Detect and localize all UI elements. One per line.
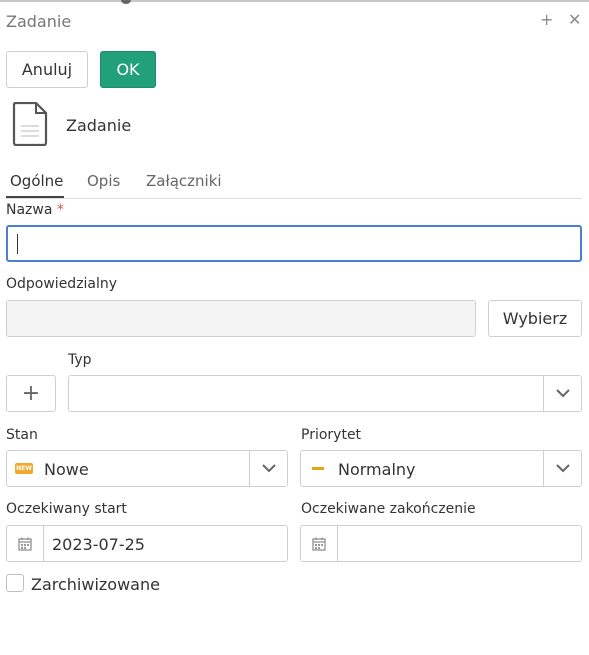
name-label: Nazwa *: [6, 202, 64, 218]
responsible-field[interactable]: [6, 300, 476, 337]
priority-label: Priorytet: [301, 427, 362, 443]
expected-end-input[interactable]: [300, 525, 582, 562]
expected-start-label: Oczekiwany start: [6, 501, 127, 517]
responsible-label: Odpowiedzialny: [6, 276, 118, 292]
active-tab-indicator: [6, 196, 64, 198]
status-label: Stan: [6, 427, 38, 443]
expected-start-input[interactable]: 2023-07-25: [6, 525, 288, 562]
tab-attachments[interactable]: Załączniki: [146, 172, 222, 190]
expected-start-value: 2023-07-25: [52, 535, 145, 554]
new-badge-icon: NEW: [15, 463, 33, 474]
chevron-down-icon[interactable]: [543, 451, 581, 486]
required-mark: *: [56, 202, 64, 218]
choose-button[interactable]: Wybierz: [488, 300, 582, 337]
calendar-icon[interactable]: [7, 526, 44, 561]
ok-button[interactable]: OK: [100, 51, 156, 88]
expected-end-label: Oczekiwane zakończenie: [301, 501, 476, 517]
record-type-label: Zadanie: [66, 116, 132, 135]
name-label-text: Nazwa: [6, 202, 53, 218]
status-value: Nowe: [44, 460, 89, 479]
add-type-button[interactable]: +: [6, 375, 56, 412]
type-select[interactable]: [68, 375, 582, 412]
chevron-down-icon[interactable]: [249, 451, 287, 486]
calendar-icon[interactable]: [301, 526, 338, 561]
dash-icon: [312, 467, 324, 470]
document-icon: [12, 102, 48, 146]
status-select[interactable]: NEW Nowe: [6, 450, 288, 487]
window-top-handle: [121, 0, 131, 4]
plus-icon: +: [21, 381, 41, 406]
priority-value: Normalny: [338, 460, 416, 479]
close-icon[interactable]: ✕: [568, 10, 581, 29]
tab-general[interactable]: Ogólne: [10, 172, 63, 190]
archived-checkbox[interactable]: [6, 574, 24, 592]
window-top-border: [0, 0, 589, 2]
name-input[interactable]: [6, 225, 582, 262]
window-title: Zadanie: [6, 12, 72, 31]
type-label: Typ: [68, 352, 92, 368]
plus-icon[interactable]: +: [540, 10, 553, 29]
chevron-down-icon[interactable]: [543, 376, 581, 411]
tab-bar: Ogólne Opis Załączniki: [6, 170, 582, 199]
archived-label: Zarchiwizowane: [31, 575, 160, 594]
tab-description[interactable]: Opis: [87, 172, 120, 190]
text-cursor: [17, 234, 18, 254]
priority-select[interactable]: Normalny: [300, 450, 582, 487]
cancel-button[interactable]: Anuluj: [6, 51, 88, 88]
